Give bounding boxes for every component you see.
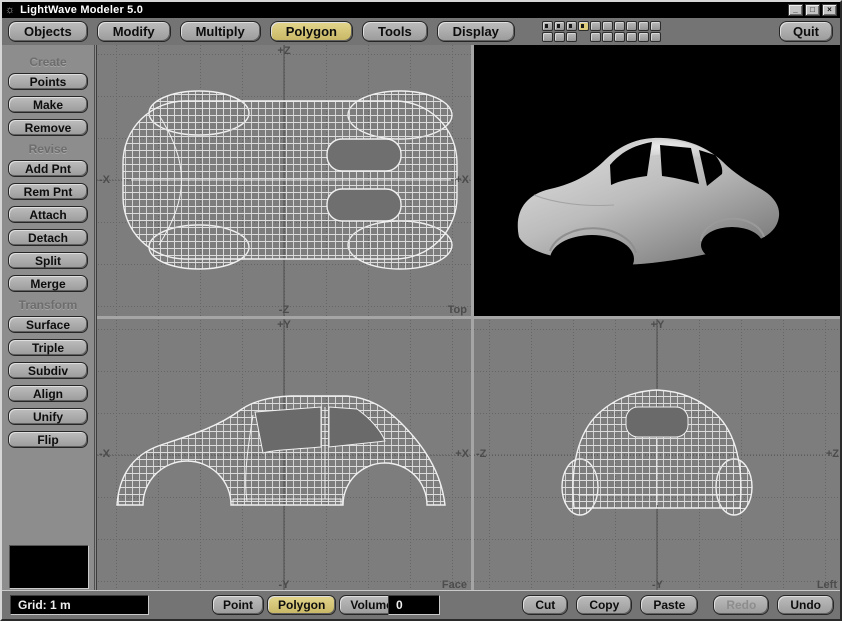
viewport-config-button[interactable] (578, 21, 589, 31)
titlebar: ☼ LightWave Modeler 5.0 _ □ × (2, 2, 840, 18)
viewport-config-button[interactable] (626, 21, 637, 31)
viewport-config-button[interactable] (590, 21, 601, 31)
paste-button[interactable]: Paste (640, 595, 698, 615)
viewport-config-button[interactable] (566, 21, 577, 31)
copy-button[interactable]: Copy (576, 595, 632, 615)
tool-add-pnt[interactable]: Add Pnt (8, 160, 88, 177)
tool-sidebar: Create Points Make Remove Revise Add Pnt… (2, 45, 95, 592)
viewport-face[interactable]: +Y -Y -X +X Face (97, 319, 471, 591)
viewport-config-button[interactable] (590, 32, 601, 42)
viewport-config-button[interactable] (614, 21, 625, 31)
tool-unify[interactable]: Unify (8, 408, 88, 425)
tool-detach[interactable]: Detach (8, 229, 88, 246)
car-shaded-preview (518, 138, 779, 283)
viewport-left[interactable]: +Y -Y -Z +Z Left (474, 319, 841, 591)
menu-display[interactable]: Display (437, 21, 515, 42)
grid-size-readout: Grid: 1 m (10, 595, 149, 615)
viewport-config-button[interactable] (554, 32, 565, 42)
viewport-top[interactable]: +Z -Z -X +X Top (97, 45, 471, 316)
edit-action-group: Cut Copy Paste Redo Undo (522, 595, 834, 615)
tool-align[interactable]: Align (8, 385, 88, 402)
tool-merge[interactable]: Merge (8, 275, 88, 292)
menu-polygon[interactable]: Polygon (270, 21, 353, 42)
cut-button[interactable]: Cut (522, 595, 568, 615)
surface-color-swatch[interactable] (9, 545, 89, 589)
tool-surface[interactable]: Surface (8, 316, 88, 333)
undo-button[interactable]: Undo (777, 595, 834, 615)
tool-subdiv[interactable]: Subdiv (8, 362, 88, 379)
viewport-config-button[interactable] (602, 32, 613, 42)
quit-button[interactable]: Quit (779, 21, 833, 42)
car-wireframe-top (123, 91, 457, 269)
menu-tools[interactable]: Tools (362, 21, 428, 42)
app-window: ☼ LightWave Modeler 5.0 _ □ × Objects Mo… (0, 0, 842, 621)
window-title: LightWave Modeler 5.0 (20, 4, 143, 16)
selection-count-readout: 0 (388, 595, 440, 615)
mode-point[interactable]: Point (212, 595, 264, 615)
menu-objects[interactable]: Objects (8, 21, 88, 42)
menu-multiply[interactable]: Multiply (180, 21, 261, 42)
left-view-canvas[interactable] (474, 319, 841, 591)
tool-make[interactable]: Make (8, 96, 88, 113)
face-view-canvas[interactable] (97, 319, 471, 591)
preview-canvas[interactable] (474, 45, 841, 316)
viewport-config-button[interactable] (602, 21, 613, 31)
viewport-config-button[interactable] (566, 32, 577, 42)
tool-triple[interactable]: Triple (8, 339, 88, 356)
section-header-revise: Revise (2, 142, 94, 156)
viewport-config-button[interactable] (542, 32, 553, 42)
status-bar: Grid: 1 m Point Polygon Volume 0 Cut Cop… (2, 590, 840, 619)
section-header-create: Create (2, 55, 94, 69)
viewport-config-button[interactable] (638, 21, 649, 31)
viewport-config-button[interactable] (626, 32, 637, 42)
redo-button: Redo (713, 595, 769, 615)
section-header-transform: Transform (2, 298, 94, 312)
tool-flip[interactable]: Flip (8, 431, 88, 448)
maximize-button[interactable]: □ (805, 4, 820, 16)
tool-split[interactable]: Split (8, 252, 88, 269)
top-view-canvas[interactable] (97, 45, 471, 316)
tool-points[interactable]: Points (8, 73, 88, 90)
app-icon: ☼ (5, 5, 15, 16)
menu-bar: Objects Modify Multiply Polygon Tools Di… (2, 18, 840, 45)
viewport-preview[interactable] (474, 45, 841, 316)
selection-mode-group: Point Polygon Volume (212, 595, 404, 615)
viewport-config-button[interactable] (554, 21, 565, 31)
tool-remove[interactable]: Remove (8, 119, 88, 136)
viewport-config-button[interactable] (542, 21, 553, 31)
close-button[interactable]: × (822, 4, 837, 16)
viewport-config-button[interactable] (650, 32, 661, 42)
minimize-button[interactable]: _ (788, 4, 803, 16)
tool-rem-pnt[interactable]: Rem Pnt (8, 183, 88, 200)
tool-attach[interactable]: Attach (8, 206, 88, 223)
viewport-config-bank (542, 21, 662, 43)
window-controls: _ □ × (788, 4, 837, 16)
menu-modify[interactable]: Modify (97, 21, 171, 42)
mode-polygon[interactable]: Polygon (267, 595, 336, 615)
viewport-config-button[interactable] (638, 32, 649, 42)
viewport-area: +Z -Z -X +X Top (96, 45, 841, 592)
viewport-config-button[interactable] (614, 32, 625, 42)
viewport-config-button[interactable] (650, 21, 661, 31)
